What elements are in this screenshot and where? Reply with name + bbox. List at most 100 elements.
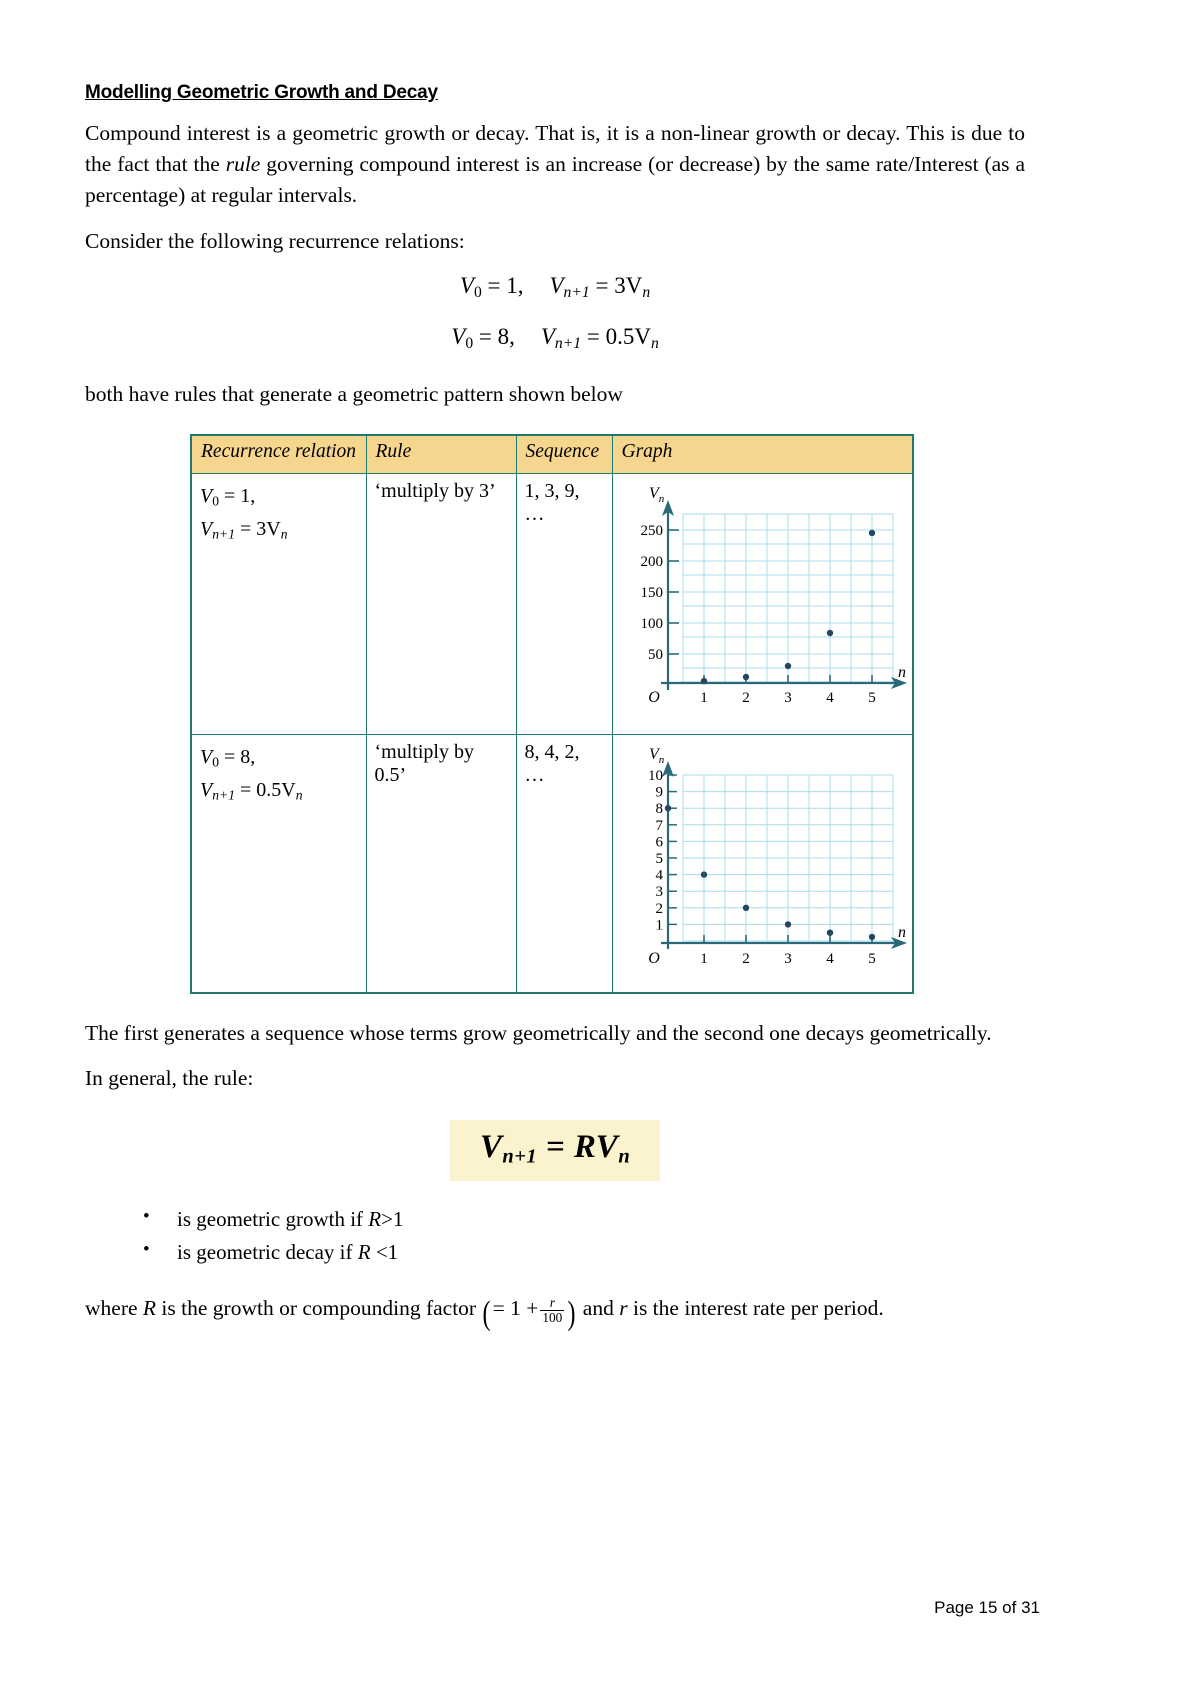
decay-ytick-9: 9 xyxy=(655,785,663,801)
formula-rhs-sub: n xyxy=(618,1146,631,1169)
column-header-rule: Rule xyxy=(365,434,517,474)
decay-ytick-1: 1 xyxy=(655,917,663,933)
row2-v-var: V xyxy=(200,745,213,768)
rule-conditions-list: • is geometric growth if R>1 • is geometri… xyxy=(85,1203,1025,1268)
intro-emphasis-rule: rule xyxy=(225,152,261,177)
table-header-row: Recurrence relation Rule Sequence Graph xyxy=(190,434,914,474)
eq1-lhs-rest: = 1, xyxy=(481,272,524,298)
where-part2: is the growth or compounding factor xyxy=(156,1296,482,1321)
growth-xtick-4: 4 xyxy=(826,690,834,706)
row1-v-sub: 0 xyxy=(212,493,220,509)
page-footer: Page 15 of 31 xyxy=(934,1598,1040,1617)
decay-ytick-7: 7 xyxy=(655,818,663,834)
growth-xtick-2: 2 xyxy=(742,690,750,706)
formula-operator: = xyxy=(537,1129,574,1166)
bullet-dot-icon: • xyxy=(143,1238,150,1260)
bullet-dot-icon: • xyxy=(143,1206,150,1228)
row1-v-rest: = 1, xyxy=(219,484,256,507)
column-header-graph: Graph xyxy=(611,434,914,474)
where-part4: is the interest rate per period. xyxy=(627,1296,884,1321)
formula-lhs-var: V xyxy=(479,1129,503,1166)
cell-recurrence-relation-2: V0 = 8, Vn+1 = 0.5Vn xyxy=(190,733,367,994)
formula-lhs-sub: n+1 xyxy=(502,1146,538,1169)
highlight-formula: Vn+1 = RVn xyxy=(449,1120,661,1182)
geometric-pattern-table: Recurrence relation Rule Sequence Graph … xyxy=(190,433,914,994)
geometric-pattern-table-wrap: Recurrence relation Rule Sequence Graph … xyxy=(190,433,914,994)
decay-x-ticks xyxy=(702,934,873,943)
decay-point-n5 xyxy=(868,933,875,941)
table-row: V0 = 8, Vn+1 = 0.5Vn ‘multiply by 0.5’ 8… xyxy=(190,733,914,994)
open-paren: ( xyxy=(483,1295,492,1333)
row2-vn-var: V xyxy=(200,778,213,801)
decay-xtick-3: 3 xyxy=(784,951,792,967)
growth-point-n4 xyxy=(826,629,833,637)
bullet-2-part1: is geometric decay if xyxy=(177,1239,358,1264)
decay-point-n3 xyxy=(784,921,791,928)
cell-rule-2: ‘multiply by 0.5’ xyxy=(365,733,517,994)
where-part1: where xyxy=(85,1296,143,1321)
decay-xtick-4: 4 xyxy=(826,951,834,967)
decay-point-n1 xyxy=(700,871,707,878)
formula-rhs: RV xyxy=(573,1129,619,1166)
decay-ytick-10: 10 xyxy=(648,768,663,784)
eq2-lhs-rest: = 8, xyxy=(473,323,515,349)
cell-recurrence-relation-1: V0 = 1, Vn+1 = 3Vn xyxy=(190,472,367,735)
decay-axes xyxy=(660,772,899,949)
growth-y-axis-label: Vn xyxy=(649,485,665,505)
bullet-1-part2: >1 xyxy=(381,1207,404,1232)
row2-vn-sub2: n xyxy=(295,787,303,803)
growth-origin-label: O xyxy=(648,689,660,706)
page-content: Modelling Geometric Growth and Decay Com… xyxy=(85,82,1025,1352)
equation-one: V0 = 1, Vn+1 = 3Vn xyxy=(85,273,1025,302)
decay-xtick-1: 1 xyxy=(700,951,708,967)
decay-point-n4 xyxy=(826,929,833,936)
growth-grid xyxy=(682,513,893,683)
decay-y-axis-label: Vn xyxy=(649,746,665,766)
growth-x-axis-label: n xyxy=(898,664,906,681)
eq2-rhs-sub: n+1 xyxy=(554,334,582,352)
eq1-rhs-sub: n+1 xyxy=(563,283,590,301)
row1-vn-var: V xyxy=(200,517,213,540)
row1-vn-rest: = 3V xyxy=(235,517,281,540)
row1-vn-sub2: n xyxy=(280,526,288,542)
in-general-paragraph: In general, the rule: xyxy=(85,1066,254,1091)
eq2-rhs-sub2: n xyxy=(650,334,659,352)
list-item: • is geometric growth if R>1 xyxy=(143,1203,1025,1236)
bullet-2-var: R xyxy=(357,1239,371,1264)
eq1-rhs-rest: = 3V xyxy=(589,272,643,298)
both-have-paragraph: both have rules that generate a geometri… xyxy=(85,381,623,406)
eq2-rhs-rest: = 0.5V xyxy=(581,323,651,349)
decay-point-n0 xyxy=(664,804,671,812)
eq1-rhs-sub2: n xyxy=(642,283,651,301)
bullet-1-var: R xyxy=(368,1207,382,1232)
growth-point-n3 xyxy=(784,662,791,670)
where-r-paragraph: where R is the growth or compounding fac… xyxy=(85,1290,1025,1338)
eq1-rhs-var: V xyxy=(549,272,564,298)
equation-two: V0 = 8, Vn+1 = 0.5Vn xyxy=(85,324,1025,353)
growth-ytick-250: 250 xyxy=(640,523,663,539)
growth-point-n1 xyxy=(700,677,707,685)
decay-xtick-2: 2 xyxy=(742,951,750,967)
where-var-r: r xyxy=(619,1296,628,1321)
row2-vn-sub: n+1 xyxy=(212,787,235,803)
growth-xtick-3: 3 xyxy=(784,690,792,706)
document-page: Modelling Geometric Growth and Decay Com… xyxy=(0,0,1200,1698)
growth-point-n5 xyxy=(868,529,875,537)
fraction-denominator: 100 xyxy=(540,1310,565,1326)
growth-xtick-1: 1 xyxy=(700,690,708,706)
close-paren: ) xyxy=(567,1295,576,1333)
decay-x-axis-label: n xyxy=(898,924,906,941)
decay-ytick-6: 6 xyxy=(655,834,663,850)
cell-rule-1: ‘multiply by 3’ xyxy=(365,472,517,735)
highlight-formula-wrap: Vn+1 = RVn xyxy=(85,1120,1025,1182)
row1-v-var: V xyxy=(200,484,213,507)
decay-graph: Vn 10 9 8 7 6 5 4 3 2 1 1 2 3 4 5 O n xyxy=(621,741,911,977)
eq2-lhs-sub: 0 xyxy=(465,334,474,352)
growth-ytick-50: 50 xyxy=(648,647,663,663)
row1-vn-sub: n+1 xyxy=(212,526,235,542)
cell-sequence-2: 8, 4, 2, … xyxy=(515,733,613,994)
decay-ytick-8: 8 xyxy=(655,801,663,817)
page-title: Modelling Geometric Growth and Decay xyxy=(85,82,438,103)
decay-ytick-2: 2 xyxy=(655,901,663,917)
growth-axes xyxy=(660,511,899,690)
